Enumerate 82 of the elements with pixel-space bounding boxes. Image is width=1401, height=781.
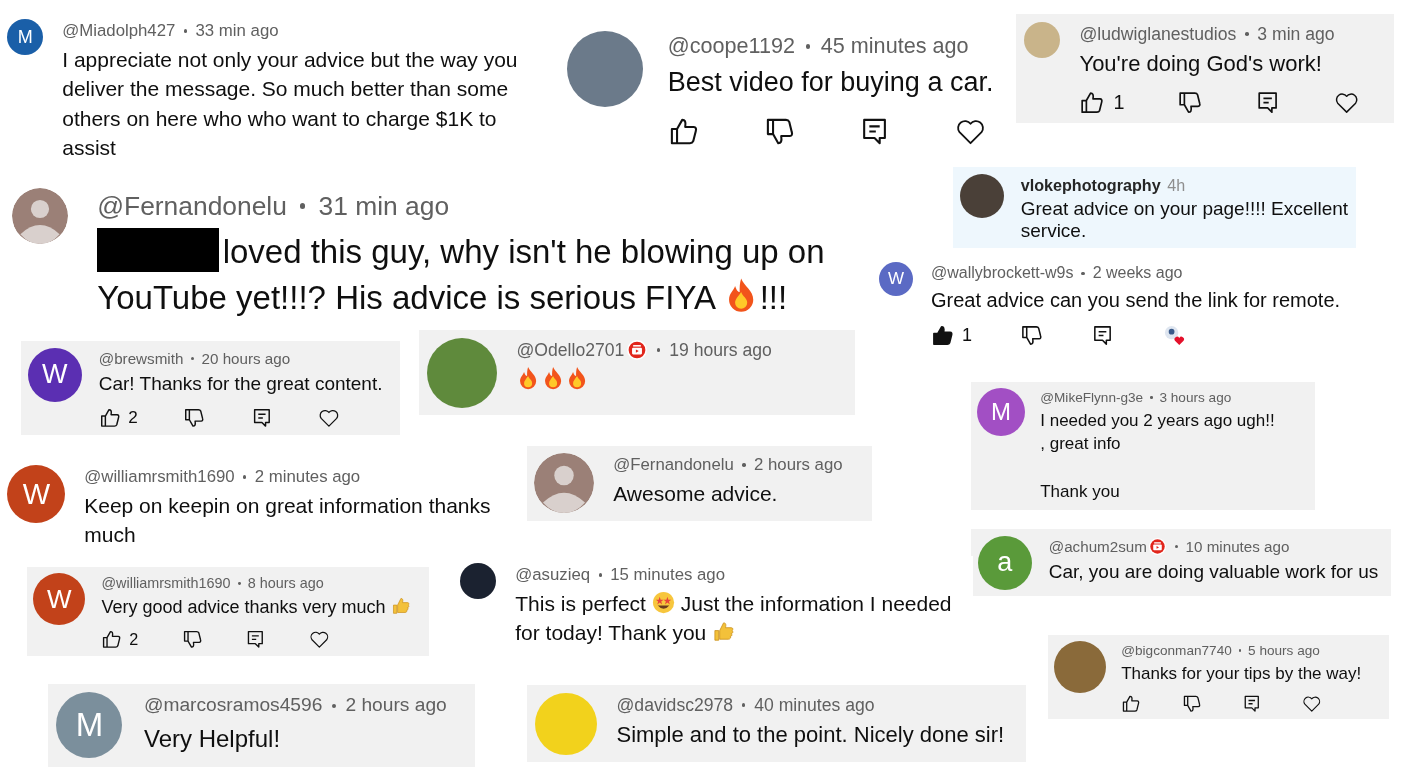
thumbs-down-icon[interactable] <box>183 406 206 429</box>
thumbs-down-icon[interactable] <box>1020 324 1043 348</box>
comment-text: Very good advice thanks very much <box>101 595 422 621</box>
timestamp: 33 min ago <box>195 20 279 43</box>
comment-text: This is perfect Just the information I needed for today! Thank you <box>515 590 953 647</box>
username[interactable]: @wallybrockett-w9s <box>931 262 1074 285</box>
thumbs-down-icon[interactable] <box>1181 693 1202 714</box>
username[interactable]: @davidsc2978 <box>616 692 734 718</box>
timestamp: 5 hours ago <box>1248 641 1320 660</box>
comment-text: Keep on keepin on great information thanks much <box>84 492 492 549</box>
timestamp: 45 minutes ago <box>820 32 969 61</box>
avatar: W <box>879 262 913 296</box>
thumbs-down-icon[interactable] <box>181 629 203 651</box>
timestamp: 20 hours ago <box>201 348 291 369</box>
comment-text: Simple and to the point. Nicely done sir! <box>616 720 1006 749</box>
default-avatar-icon <box>534 453 595 514</box>
username[interactable]: vlokephotography <box>1020 173 1161 197</box>
heart-icon[interactable] <box>1333 90 1359 116</box>
username[interactable]: @Fernandonelu <box>613 453 734 477</box>
heart-icon[interactable] <box>309 629 330 651</box>
timestamp: 3 hours ago <box>1159 388 1232 407</box>
timestamp: 15 minutes ago <box>610 564 725 587</box>
timestamp: 2 hours ago <box>754 454 843 477</box>
username[interactable]: @Odello2701 <box>516 337 625 363</box>
comment-text: I appreciate not only your advice but the way you deliver the message. So much better than some others on here who who want to charge $1K to assist <box>62 46 519 162</box>
thumbs-up-icon[interactable] <box>931 324 954 348</box>
timestamp: 40 minutes ago <box>754 693 875 717</box>
photo-placeholder <box>1023 21 1060 58</box>
thumbs-down-icon[interactable] <box>1177 90 1203 116</box>
timestamp: 8 hours ago <box>247 574 324 594</box>
timestamp: 3 min ago <box>1257 22 1335 46</box>
username[interactable]: @williamrsmith1690 <box>84 465 235 489</box>
username[interactable]: @brewsmith <box>98 347 184 369</box>
username[interactable]: @williamrsmith1690 <box>101 573 231 594</box>
thumbs-up-icon[interactable] <box>101 629 123 651</box>
username[interactable]: @bigconman7740 <box>1121 640 1232 660</box>
comment-text: You're doing God's work! <box>1079 49 1323 78</box>
thumbs-up-emoji-icon <box>712 620 736 644</box>
username[interactable]: @Fernandonelu <box>97 187 287 225</box>
avatar: M <box>7 19 44 56</box>
timestamp: 2 hours ago <box>345 693 447 718</box>
username[interactable]: @marcosramos4596 <box>144 692 323 720</box>
timestamp: 4h <box>1167 174 1186 196</box>
thumbs-up-emoji-icon <box>390 596 411 616</box>
reply-icon[interactable] <box>1091 324 1114 348</box>
username[interactable]: @Miadolph427 <box>62 19 176 43</box>
comment-text: Awesome advice. <box>613 480 779 507</box>
like-count: 2 <box>128 407 138 428</box>
like-count: 2 <box>129 630 139 650</box>
thumbs-up-icon[interactable] <box>98 406 121 429</box>
timestamp: 2 weeks ago <box>1092 263 1183 283</box>
comment-text: Car, you are doing valuable work for us <box>1048 559 1380 584</box>
thumbs-up-icon[interactable] <box>1121 693 1141 714</box>
avatar: W <box>27 347 82 402</box>
timestamp: 2 minutes ago <box>254 466 361 489</box>
username[interactable]: @MikeFlynn-g3e <box>1040 387 1144 407</box>
avatar: M <box>56 692 123 759</box>
username[interactable]: @coope1192 <box>667 31 795 62</box>
avatar: W <box>7 465 66 524</box>
like-count: 1 <box>1113 91 1125 115</box>
like-count: 1 <box>962 325 972 347</box>
photo-placeholder <box>460 563 497 600</box>
comment-text: Very Helpful! <box>144 723 282 754</box>
username[interactable]: @achum2sum <box>1048 535 1147 557</box>
comment-text: loved this guy, why isn't he blowing up on YouTube yet!!!? His advice is serious FIYA !!! <box>97 227 857 321</box>
username[interactable]: @ludwiglanestudios <box>1079 21 1237 47</box>
timestamp: 19 hours ago <box>669 338 772 362</box>
comment-text: Thanks for your tips by the way! <box>1121 662 1363 685</box>
avatar: W <box>33 573 86 626</box>
comment-text: Car! Thanks for the great content. <box>98 371 384 396</box>
comment-text: Great advice on your page!!!! Excellent service. <box>1020 198 1349 242</box>
comment-text: Best video for buying a car. <box>667 66 995 100</box>
avatar: M <box>976 387 1025 436</box>
comment-text: I needed you 2 years ago ugh!! , great info Thank you <box>1040 409 1276 504</box>
comment-text: Great advice can you send the link for remote. <box>931 288 1342 314</box>
default-avatar-icon <box>11 187 68 244</box>
timestamp: 10 minutes ago <box>1185 536 1290 557</box>
thumbs-up-icon[interactable] <box>1079 90 1105 116</box>
username[interactable]: @asuzieq <box>515 563 591 587</box>
avatar: a <box>977 535 1032 590</box>
timestamp: 31 min ago <box>318 189 450 223</box>
star-eyes-emoji-icon <box>651 591 675 615</box>
